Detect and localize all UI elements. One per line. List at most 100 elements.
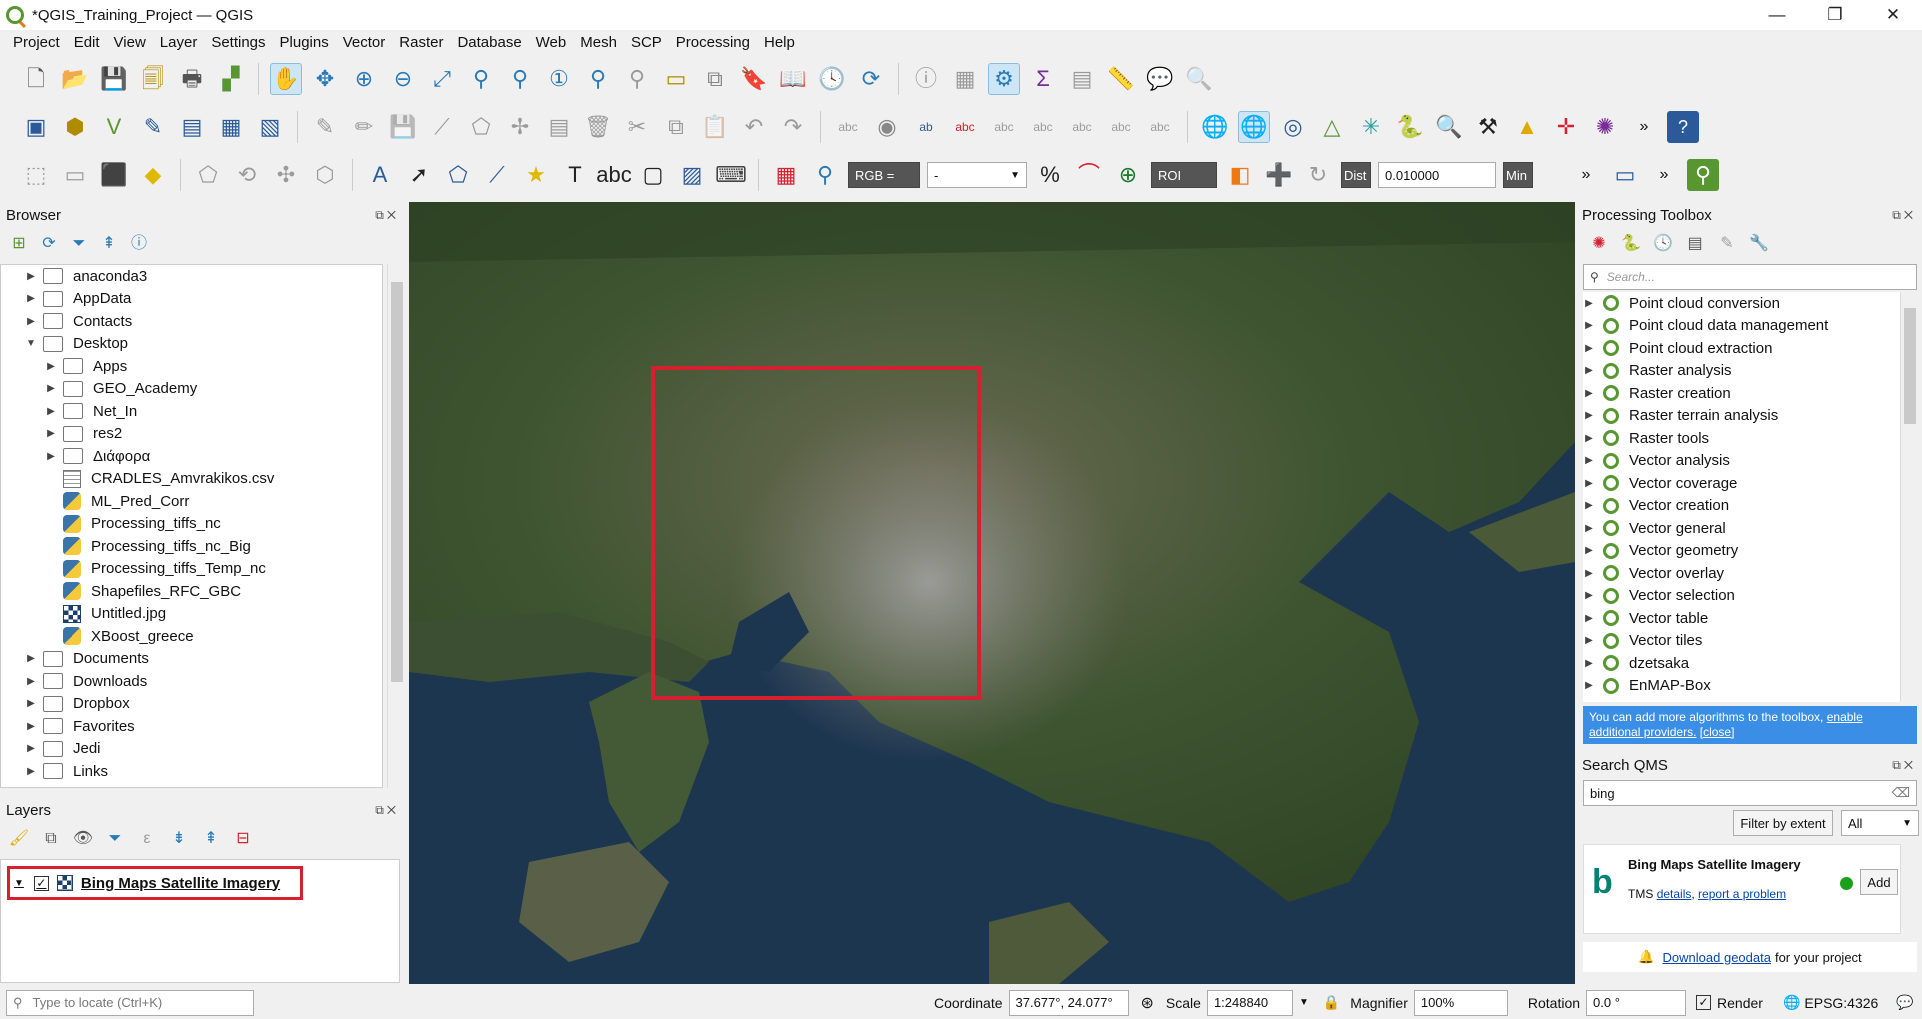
menu-processing[interactable]: Processing	[669, 34, 757, 51]
toolbox-search-input[interactable]: ⚲ Search...	[1583, 264, 1917, 290]
save-as-icon[interactable]: 🗐	[137, 63, 169, 95]
change-label-icon[interactable]: abc	[1144, 111, 1176, 143]
chevron-right-icon[interactable]: ▶	[25, 698, 37, 709]
chevron-right-icon[interactable]: ▶	[25, 743, 37, 754]
info-icon[interactable]: ⓘ	[128, 233, 150, 255]
browser-item[interactable]: ▶ Downloads	[1, 670, 382, 693]
toolbar-overflow-icon[interactable]: »	[1628, 111, 1660, 143]
openlayers-icon[interactable]: ◎	[1277, 111, 1309, 143]
add-selected-layers-icon[interactable]: ⊞	[8, 233, 30, 255]
refresh-icon[interactable]: ⟳	[38, 233, 60, 255]
select-features-icon[interactable]: ⬚	[20, 159, 52, 191]
toolbox-provider-item[interactable]: ▶ Point cloud conversion	[1583, 292, 1901, 315]
select-annotation-icon[interactable]: ➚	[403, 159, 435, 191]
chevron-right-icon[interactable]: ▶	[25, 766, 37, 777]
qms-search-input[interactable]: bing ⌫	[1583, 780, 1917, 806]
filter-legend-icon[interactable]: ⏷	[104, 828, 126, 850]
lock-scale-icon[interactable]: 🔒	[1323, 994, 1340, 1011]
filter-by-extent-button[interactable]: Filter by extent	[1733, 810, 1833, 836]
new-bookmark-icon[interactable]: 🔖	[738, 63, 770, 95]
chevron-right-icon[interactable]: ▶	[1583, 613, 1595, 624]
chevron-right-icon[interactable]: ▶	[1583, 455, 1595, 466]
rotate-feature-icon[interactable]: ⟲	[231, 159, 263, 191]
rgb-combo[interactable]: RGB =	[848, 162, 920, 188]
data-source-manager-icon[interactable]: ▣	[20, 111, 52, 143]
menu-scp[interactable]: SCP	[624, 34, 669, 51]
menu-help[interactable]: Help	[757, 34, 802, 51]
processing-toolbox-icon[interactable]: ⚙	[988, 63, 1020, 95]
chevron-right-icon[interactable]: ▶	[45, 383, 57, 394]
help-icon[interactable]: ?	[1667, 111, 1699, 143]
statistics-icon[interactable]: Σ	[1027, 63, 1059, 95]
details-link[interactable]: details	[1657, 887, 1692, 901]
toolbox-provider-item[interactable]: ▶ Vector general	[1583, 517, 1901, 540]
add-vector-layer-icon[interactable]: V	[98, 111, 130, 143]
coordinate-capture-icon[interactable]: ✛	[1550, 111, 1582, 143]
crs-button[interactable]: EPSG:4326	[1804, 995, 1878, 1011]
browser-item[interactable]: ▶ Favorites	[1, 715, 382, 738]
add-delimited-text-icon[interactable]: ✎	[137, 111, 169, 143]
reshape-icon[interactable]: ⬡	[309, 159, 341, 191]
point-annotation-icon[interactable]: ★	[520, 159, 552, 191]
paste-features-icon[interactable]: 📋	[699, 111, 731, 143]
advanced-digitize-icon[interactable]: ⬠	[192, 159, 224, 191]
coordinate-field[interactable]: 37.677°, 24.077°	[1008, 989, 1129, 1016]
panel-buttons[interactable]: ⧉✕	[375, 208, 399, 223]
menu-settings[interactable]: Settings	[204, 34, 272, 51]
menu-web[interactable]: Web	[529, 34, 574, 51]
chevron-right-icon[interactable]: ▶	[45, 361, 57, 372]
locator-search-icon[interactable]: ⚲	[1687, 159, 1719, 191]
save-edits-icon[interactable]: 💾	[387, 111, 419, 143]
polygon-annotation-icon[interactable]: ⬠	[442, 159, 474, 191]
menu-raster[interactable]: Raster	[392, 34, 450, 51]
browser-item[interactable]: ▶ Contacts	[1, 310, 382, 333]
scp-contrast-icon[interactable]: ⌒	[1073, 159, 1105, 191]
browser-item[interactable]: ▶ GEO_Academy	[1, 378, 382, 401]
menu-mesh[interactable]: Mesh	[573, 34, 624, 51]
redo-icon[interactable]: ↷	[777, 111, 809, 143]
chevron-right-icon[interactable]: ▶	[1583, 658, 1595, 669]
browser-item[interactable]: XBoost_greece	[1, 625, 382, 648]
filter-expression-icon[interactable]: ε	[136, 828, 158, 850]
toolbox-tree[interactable]: ▶ Point cloud conversion ▶ Point cloud data…	[1583, 292, 1901, 702]
menu-database[interactable]: Database	[450, 34, 528, 51]
chevron-right-icon[interactable]: ▶	[1583, 410, 1595, 421]
add-shape-icon[interactable]: ◆	[137, 159, 169, 191]
undo-icon[interactable]: ↶	[738, 111, 770, 143]
collapse-all-icon[interactable]: ⇞	[200, 828, 222, 850]
open-attribute-table-icon[interactable]: ▦	[949, 63, 981, 95]
messages-icon[interactable]: 💬	[1896, 994, 1913, 1011]
browser-item[interactable]: ▶ Dropbox	[1, 693, 382, 716]
toolbox-provider-item[interactable]: ▶ Point cloud data management	[1583, 315, 1901, 338]
toolbox-provider-item[interactable]: ▶ Vector table	[1583, 607, 1901, 630]
scp-tool-icon[interactable]: ✺	[1589, 111, 1621, 143]
browser-item[interactable]: ▶ Documents	[1, 648, 382, 671]
browser-item[interactable]: Processing_tiffs_nc_Big	[1, 535, 382, 558]
new-3d-view-icon[interactable]: ⧉	[699, 63, 731, 95]
browser-item[interactable]: ▶ anaconda3	[1, 265, 382, 288]
browser-item[interactable]: ▶ AppData	[1, 288, 382, 311]
models-icon[interactable]: ✺	[1588, 233, 1610, 255]
new-map-view-icon[interactable]: ▭	[660, 63, 692, 95]
vertex-tool-icon[interactable]: ✢	[504, 111, 536, 143]
browser-item[interactable]: ▼ Desktop	[1, 333, 382, 356]
results-viewer-icon[interactable]: ▤	[1684, 233, 1706, 255]
new-project-icon[interactable]: 🗋	[20, 63, 52, 95]
zoom-full-icon[interactable]: ⤢	[426, 63, 458, 95]
toolbox-provider-item[interactable]: ▶ Point cloud extraction	[1583, 337, 1901, 360]
modify-attributes-icon[interactable]: ▤	[543, 111, 575, 143]
chevron-down-icon[interactable]: ▼	[1299, 997, 1309, 1008]
picture-annotation-icon[interactable]: ▨	[676, 159, 708, 191]
map-canvas[interactable]	[409, 202, 1575, 984]
open-project-icon[interactable]: 📂	[59, 63, 91, 95]
menu-plugins[interactable]: Plugins	[273, 34, 336, 51]
chevron-right-icon[interactable]: ▶	[1583, 680, 1595, 691]
select-by-value-icon[interactable]: ▭	[59, 159, 91, 191]
close-button[interactable]: ✕	[1864, 0, 1922, 30]
label-highlight-icon[interactable]: abc	[949, 111, 981, 143]
options-icon[interactable]: 🔧	[1748, 233, 1770, 255]
zoom-in-icon[interactable]: ⊕	[348, 63, 380, 95]
line-text-annotation-icon[interactable]: abc	[596, 159, 631, 191]
toolbox-provider-item[interactable]: ▶ Vector selection	[1583, 585, 1901, 608]
rotate-label-icon[interactable]: abc	[1105, 111, 1137, 143]
